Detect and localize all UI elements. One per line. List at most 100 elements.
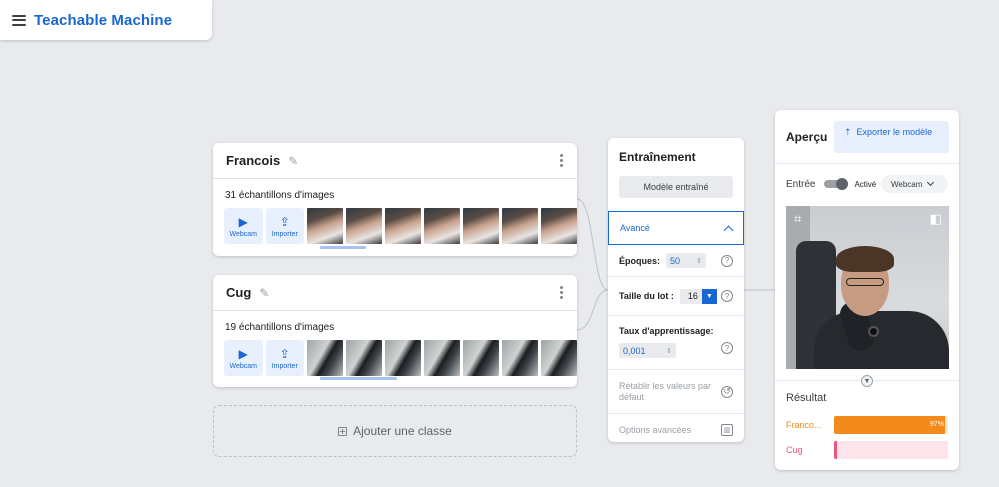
help-icon[interactable]: ?: [721, 290, 733, 302]
video-camera-icon: ▶: [238, 346, 248, 361]
class-name[interactable]: Francois: [226, 153, 280, 168]
learning-rate-label: Taux d'apprentissage:: [619, 326, 714, 336]
add-class-button[interactable]: Ajouter une classe: [213, 405, 577, 457]
batch-size-select[interactable]: 16 ▼: [679, 288, 717, 304]
input-source-value: Webcam: [891, 179, 923, 189]
webcam-button-label: Webcam: [229, 230, 258, 238]
dropdown-arrow-icon[interactable]: ▼: [701, 288, 717, 304]
webcam-button[interactable]: ▶ Webcam: [224, 340, 263, 376]
sample-thumbnail[interactable]: [463, 340, 499, 376]
add-box-icon: [338, 426, 348, 436]
chevron-down-icon: [927, 178, 935, 187]
sample-thumbnail[interactable]: [307, 208, 343, 244]
samples-row: ▶ Webcam ⇪ Importer: [213, 340, 577, 376]
reset-defaults-label[interactable]: Rétablir les valeurs par défaut: [619, 381, 714, 403]
arrow-down-icon: ▼: [861, 375, 873, 387]
preview-panel: Aperçu ⇡ Exporter le modèle Entrée Activ…: [775, 110, 959, 470]
batch-size-label: Taille du lot :: [619, 291, 674, 301]
sample-thumbnail[interactable]: [502, 208, 538, 244]
advanced-label: Avancé: [620, 223, 650, 233]
stepper-icon[interactable]: ⇕: [666, 347, 672, 355]
epochs-input[interactable]: 50 ⇕: [666, 253, 707, 268]
result-title: Résultat: [786, 392, 827, 404]
samples-row: ▶ Webcam ⇪ Importer: [213, 208, 577, 244]
result-row: Franco... 97%: [786, 416, 948, 434]
sample-thumbnail[interactable]: [541, 208, 577, 244]
result-bar-fill: [834, 441, 838, 459]
advanced-options-label[interactable]: Options avancées: [619, 425, 691, 435]
upload-icon: ⇪: [279, 346, 290, 361]
upload-button[interactable]: ⇪ Importer: [265, 208, 304, 244]
sample-thumbnail[interactable]: [424, 340, 460, 376]
training-title: Entraînement: [619, 150, 696, 164]
menu-icon[interactable]: [12, 14, 26, 26]
edit-pencil-icon[interactable]: ✎: [259, 287, 271, 299]
thumbnail-list: [307, 340, 577, 376]
video-camera-icon: ▶: [238, 214, 248, 229]
more-options-icon[interactable]: [560, 154, 564, 167]
epochs-row: Époques: 50 ⇕ ?: [608, 245, 744, 277]
input-source-select[interactable]: Webcam: [881, 175, 948, 193]
toggle-label: Activé: [854, 179, 877, 189]
app-title[interactable]: Teachable Machine: [34, 12, 172, 29]
input-label: Entrée: [786, 178, 816, 190]
upload-button[interactable]: ⇪ Importer: [265, 340, 304, 376]
sample-count: 19 échantillons d'images: [225, 322, 335, 333]
epochs-value: 50: [670, 255, 681, 266]
webcam-button[interactable]: ▶ Webcam: [224, 208, 263, 244]
bar-chart-icon[interactable]: ▥: [721, 424, 733, 436]
result-percent: 97%: [929, 421, 944, 428]
sample-thumbnail[interactable]: [463, 208, 499, 244]
upload-icon: ⇪: [279, 214, 290, 229]
webcam-feed: ⌗ ◧: [786, 206, 949, 369]
sample-thumbnail[interactable]: [385, 208, 421, 244]
more-options-icon[interactable]: [560, 286, 564, 299]
reset-defaults-row[interactable]: Rétablir les valeurs par défaut ↺: [608, 370, 744, 414]
scroll-indicator[interactable]: [320, 377, 397, 380]
crop-icon[interactable]: ⌗: [794, 211, 801, 227]
sample-thumbnail[interactable]: [385, 340, 421, 376]
learning-rate-row: Taux d'apprentissage: 0,001 ⇕ ?: [608, 316, 744, 370]
batch-size-value: 16: [687, 291, 698, 301]
learning-rate-input[interactable]: 0,001 ⇕: [619, 343, 676, 358]
preview-title: Aperçu: [786, 129, 828, 144]
advanced-toggle[interactable]: Avancé: [608, 211, 744, 245]
sample-thumbnail[interactable]: [346, 208, 382, 244]
sample-thumbnail[interactable]: [307, 340, 343, 376]
class-name[interactable]: Cug: [226, 285, 251, 300]
result-label: Cug: [786, 445, 803, 455]
epochs-label: Époques:: [619, 255, 661, 266]
class-card-francois: Francois ✎ 31 échantillons d'images ▶ We…: [213, 143, 577, 256]
export-model-button[interactable]: ⇡ Exporter le modèle: [834, 120, 949, 153]
help-icon[interactable]: ?: [721, 254, 733, 267]
training-panel: Entraînement Modèle entraîné Avancé Époq…: [608, 138, 744, 442]
sample-thumbnail[interactable]: [424, 208, 460, 244]
add-class-label: Ajouter une classe: [353, 424, 452, 438]
result-bar: [834, 441, 948, 459]
upload-button-label: Importer: [271, 362, 298, 370]
sample-thumbnail[interactable]: [502, 340, 538, 376]
result-bar-fill: [834, 416, 945, 434]
input-row: Entrée Activé Webcam: [775, 164, 959, 204]
result-label: Franco...: [786, 420, 822, 430]
result-row: Cug: [786, 441, 948, 459]
upload-button-label: Importer: [271, 230, 298, 238]
webcam-button-label: Webcam: [229, 362, 258, 370]
stepper-icon[interactable]: ⇕: [696, 257, 702, 265]
learning-rate-value: 0,001: [623, 345, 646, 356]
export-model-label: Exporter le modèle: [856, 126, 933, 137]
advanced-options-row[interactable]: Options avancées ▥: [608, 414, 744, 446]
edit-pencil-icon[interactable]: ✎: [288, 155, 300, 167]
sample-thumbnail[interactable]: [541, 340, 577, 376]
train-model-button[interactable]: Modèle entraîné: [619, 176, 733, 198]
chevron-up-icon: [723, 225, 734, 235]
sample-thumbnail[interactable]: [346, 340, 382, 376]
flip-icon[interactable]: ◧: [930, 211, 942, 227]
help-icon[interactable]: ?: [721, 342, 733, 354]
class-card-cug: Cug ✎ 19 échantillons d'images ▶ Webcam …: [213, 275, 577, 387]
input-toggle[interactable]: [824, 178, 849, 190]
sample-count: 31 échantillons d'images: [225, 190, 335, 201]
thumbnail-list: [307, 208, 577, 244]
scroll-indicator[interactable]: [320, 246, 366, 249]
history-icon[interactable]: ↺: [721, 385, 733, 398]
